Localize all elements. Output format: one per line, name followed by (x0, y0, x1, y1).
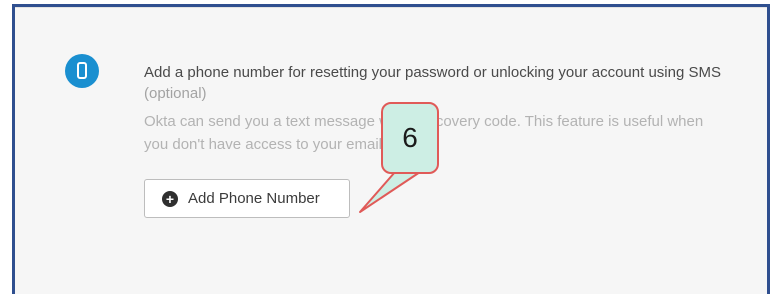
divider (15, 7, 767, 8)
optional-label: (optional) (144, 85, 207, 102)
plus-circle-icon: + (162, 190, 178, 207)
step-number: 6 (402, 122, 418, 153)
step-callout: 6 (381, 102, 439, 174)
phone-device-glyph (77, 62, 87, 79)
add-phone-number-button[interactable]: + Add Phone Number (144, 179, 350, 218)
sms-heading: Add a phone number for resetting your pa… (144, 62, 724, 104)
add-phone-number-label: Add Phone Number (188, 190, 320, 207)
mobile-phone-icon (65, 54, 99, 88)
sms-heading-text: Add a phone number for resetting your pa… (144, 64, 721, 81)
